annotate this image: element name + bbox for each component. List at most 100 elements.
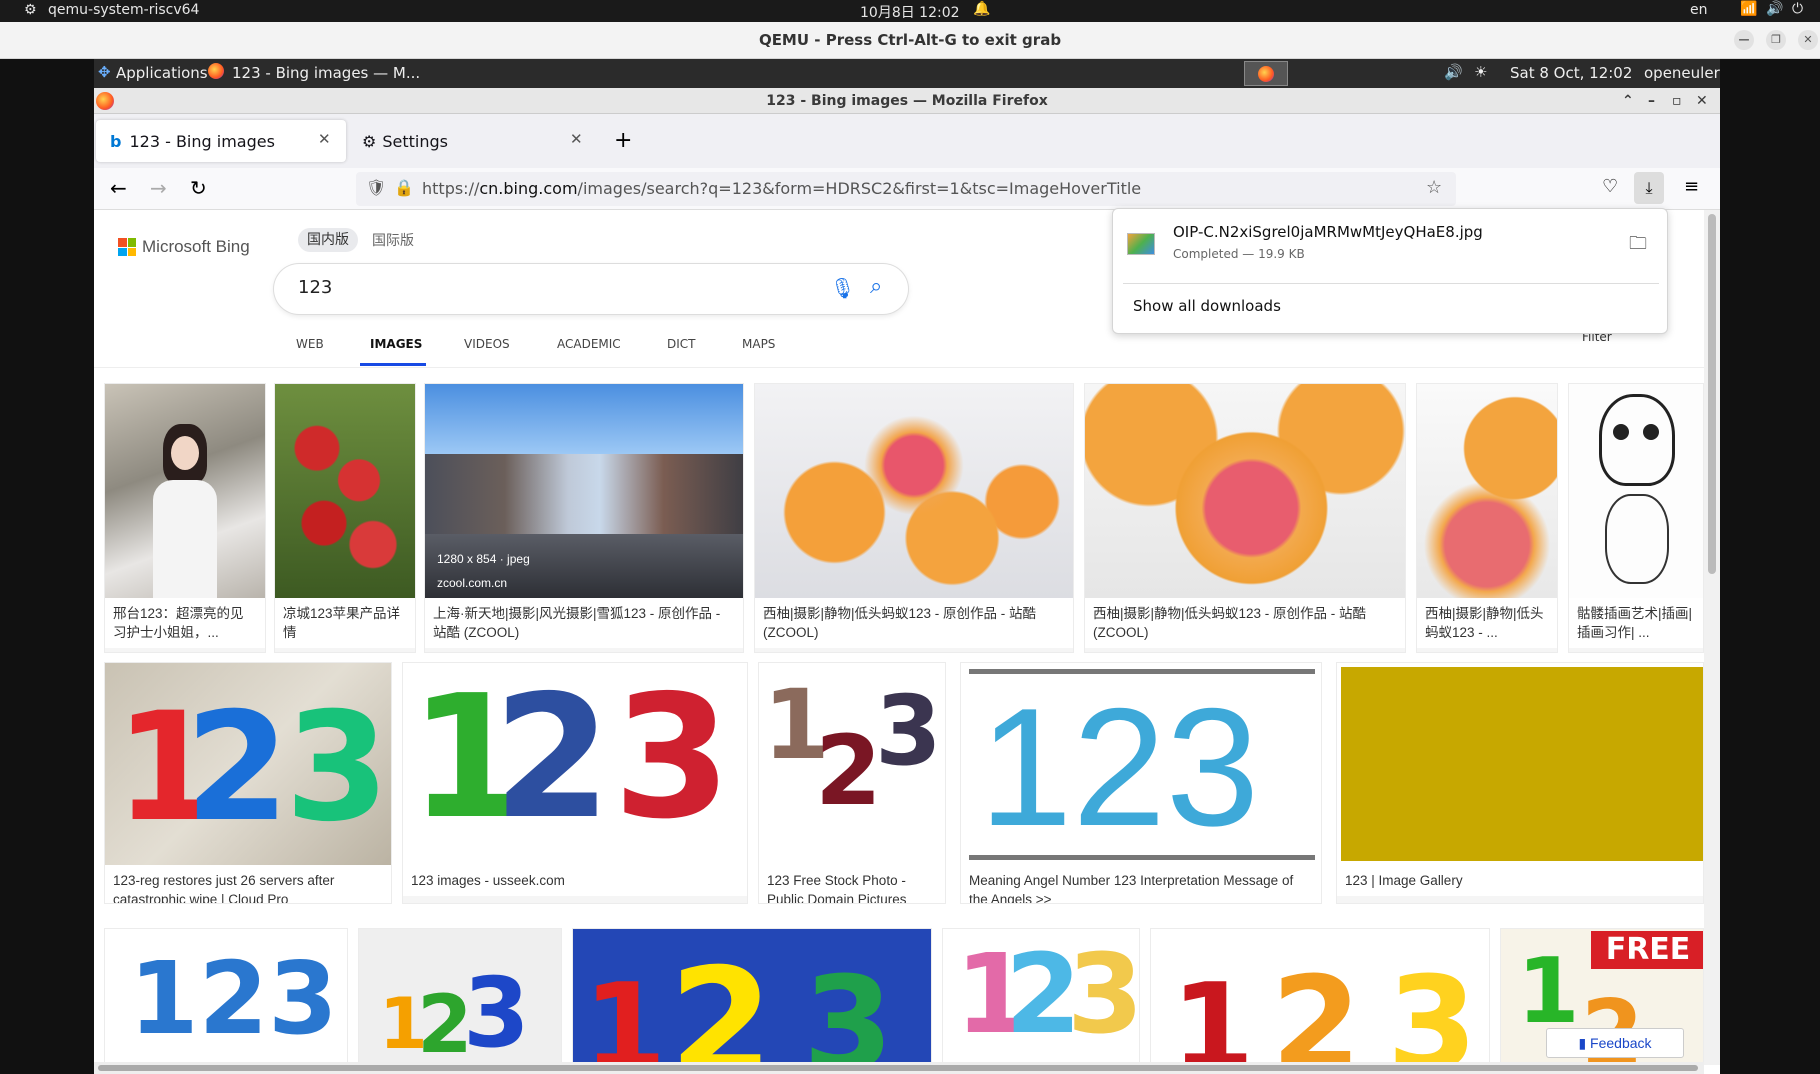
minimize-icon[interactable]: — <box>1734 30 1754 50</box>
image-result[interactable]: 123 <box>104 928 348 1065</box>
image-result[interactable]: 1280 x 854 · jpeg zcool.com.cn 上海·新天地|摄影… <box>424 383 744 653</box>
new-tab-icon[interactable]: + <box>614 128 632 153</box>
lock-icon[interactable]: 🔒 <box>394 178 414 197</box>
feedback-button[interactable]: ▮ Feedback <box>1546 1028 1684 1058</box>
image-result[interactable]: 1 2 3 123 images - usseek.com <box>402 662 748 904</box>
image-result[interactable]: 123 | Image Gallery <box>1336 662 1704 904</box>
close-icon[interactable]: ✕ <box>1696 88 1708 114</box>
image-thumbnail[interactable]: 1280 x 854 · jpeg zcool.com.cn <box>425 384 743 598</box>
region-intl[interactable]: 国际版 <box>372 230 414 250</box>
restore-icon[interactable]: ❐ <box>1766 30 1786 50</box>
image-result[interactable]: 1 2 3 123-reg restores just 26 servers a… <box>104 662 392 904</box>
nav-maps[interactable]: MAPS <box>742 337 775 351</box>
microphone-icon[interactable]: 🎙 <box>830 276 855 300</box>
image-thumbnail[interactable] <box>755 384 1073 598</box>
image-caption[interactable]: 骷髅插画艺术|插画|插画习作| ... <box>1569 598 1703 648</box>
show-all-downloads[interactable]: Show all downloads <box>1133 297 1281 315</box>
image-result[interactable]: 123 Meaning Angel Number 123 Interpretat… <box>960 662 1322 904</box>
image-thumbnail[interactable]: 1 2 3 <box>943 929 1139 1065</box>
search-input[interactable]: 123 <box>298 277 332 298</box>
volume-icon[interactable]: 🔊 <box>1444 63 1463 81</box>
downloads-button[interactable]: ⤓ <box>1634 172 1664 204</box>
image-thumbnail[interactable]: 1 2 3 <box>1151 929 1489 1065</box>
bing-logo[interactable]: Microsoft Bing <box>118 236 250 258</box>
volume-icon[interactable]: 🔊 <box>1766 1 1783 17</box>
image-caption[interactable]: 123 images - usseek.com <box>403 865 747 896</box>
vertical-scrollbar[interactable] <box>1704 210 1720 1065</box>
scrollbar-thumb[interactable] <box>1708 214 1716 574</box>
image-result[interactable]: 骷髅插画艺术|插画|插画习作| ... <box>1568 383 1704 653</box>
image-caption[interactable]: 上海·新天地|摄影|风光摄影|雪狐123 - 原创作品 - 站酷 (ZCOOL) <box>425 598 743 648</box>
chevron-up-icon[interactable]: ⌃ <box>1622 88 1634 114</box>
image-thumbnail[interactable]: 1 2 3 <box>403 663 747 865</box>
image-result[interactable]: 西柚|摄影|静物|低头蚂蚁123 - ... <box>1416 383 1558 653</box>
shield-icon[interactable]: 🛡 <box>366 178 386 197</box>
host-clock[interactable]: 10月8日 12:02 <box>860 2 960 22</box>
image-caption[interactable]: 123-reg restores just 26 servers after c… <box>105 865 391 903</box>
image-result[interactable]: 1 2 3 <box>358 928 562 1065</box>
update-icon[interactable]: ☀ <box>1474 63 1487 81</box>
image-thumbnail[interactable] <box>1085 384 1405 598</box>
image-result[interactable]: 1 2 3 <box>1150 928 1490 1065</box>
image-caption[interactable]: Meaning Angel Number 123 Interpretation … <box>961 865 1321 903</box>
image-thumbnail[interactable]: 123 <box>105 929 347 1065</box>
host-app-name[interactable]: qemu-system-riscv64 <box>48 2 199 18</box>
image-caption[interactable]: 西柚|摄影|静物|低头蚂蚁123 - ... <box>1417 598 1557 648</box>
horizontal-scrollbar[interactable] <box>94 1062 1704 1074</box>
image-caption[interactable]: 西柚|摄影|静物|低头蚂蚁123 - 原创作品 - 站酷 (ZCOOL) <box>1085 598 1405 648</box>
image-thumbnail[interactable] <box>1417 384 1557 598</box>
applications-menu[interactable]: Applications <box>116 64 208 82</box>
close-tab-icon[interactable]: ✕ <box>318 130 331 148</box>
scrollbar-thumb[interactable] <box>98 1065 1698 1071</box>
image-thumbnail[interactable] <box>105 384 265 598</box>
search-box[interactable]: 123 🎙 ⌕ <box>274 264 908 314</box>
image-caption[interactable]: 123 | Image Gallery <box>1337 865 1703 896</box>
nav-academic[interactable]: ACADEMIC <box>557 337 621 351</box>
menu-icon[interactable]: ≡ <box>1684 176 1699 197</box>
image-thumbnail[interactable]: 1 2 3 <box>573 929 931 1065</box>
guest-clock[interactable]: Sat 8 Oct, 12:02 <box>1510 64 1632 82</box>
host-lang[interactable]: en <box>1690 2 1708 18</box>
image-result[interactable]: 凉城123苹果产品详情 <box>274 383 416 653</box>
guest-user[interactable]: openeuler <box>1644 64 1720 82</box>
image-thumbnail[interactable] <box>1337 663 1703 865</box>
minimize-icon[interactable]: – <box>1648 88 1655 114</box>
nav-images[interactable]: IMAGES <box>370 337 422 351</box>
image-result[interactable]: 1 2 3 <box>572 928 932 1065</box>
power-icon[interactable]: ⏻ <box>1792 1 1803 17</box>
close-icon[interactable]: ✕ <box>1798 30 1818 50</box>
taskbar-firefox-button[interactable] <box>1244 61 1288 86</box>
image-thumbnail[interactable]: 123 <box>961 663 1321 865</box>
star-icon[interactable]: ☆ <box>1426 177 1442 198</box>
app-menu-icon[interactable]: ⚙ <box>24 2 37 18</box>
image-caption[interactable]: 西柚|摄影|静物|低头蚂蚁123 - 原创作品 - 站酷 (ZCOOL) <box>755 598 1073 648</box>
image-thumbnail[interactable]: 1 2 3 <box>359 929 561 1065</box>
image-caption[interactable]: 凉城123苹果产品详情 <box>275 598 415 648</box>
wifi-icon[interactable]: 📶 <box>1740 1 1757 17</box>
region-domestic[interactable]: 国内版 <box>298 228 358 252</box>
tab-settings[interactable]: ⚙ Settings ✕ <box>348 120 598 162</box>
image-caption[interactable]: 邢台123：超漂亮的见习护士小姐姐，... <box>105 598 265 648</box>
pocket-icon[interactable]: ♡ <box>1602 176 1618 197</box>
image-thumbnail[interactable] <box>275 384 415 598</box>
bell-icon[interactable]: 🔔 <box>973 1 990 17</box>
image-result[interactable]: 1 2 3 <box>942 928 1140 1065</box>
close-tab-icon[interactable]: ✕ <box>570 130 583 148</box>
reload-icon[interactable]: ↻ <box>190 176 207 200</box>
nav-dict[interactable]: DICT <box>667 337 696 351</box>
url-bar[interactable]: 🛡 🔒 https://cn.bing.com/images/search?q=… <box>356 172 1456 206</box>
image-result[interactable]: 邢台123：超漂亮的见习护士小姐姐，... <box>104 383 266 653</box>
url-text[interactable]: https://cn.bing.com/images/search?q=123&… <box>422 179 1141 198</box>
image-thumbnail[interactable]: 1 2 3 <box>759 663 945 865</box>
download-filename[interactable]: OIP-C.N2xiSgrel0jaMRMwMtJeyQHaE8.jpg <box>1173 223 1483 241</box>
nav-web[interactable]: WEB <box>296 337 324 351</box>
back-icon[interactable]: ← <box>110 176 127 200</box>
image-result[interactable]: 1 2 3 123 Free Stock Photo - Public Doma… <box>758 662 946 904</box>
image-caption[interactable]: 123 Free Stock Photo - Public Domain Pic… <box>759 865 945 903</box>
nav-videos[interactable]: VIDEOS <box>464 337 510 351</box>
image-source-meta[interactable]: zcool.com.cn <box>437 576 507 590</box>
maximize-icon[interactable]: ▫ <box>1672 88 1682 114</box>
forward-icon[interactable]: → <box>150 176 167 200</box>
image-result[interactable]: 西柚|摄影|静物|低头蚂蚁123 - 原创作品 - 站酷 (ZCOOL) <box>754 383 1074 653</box>
search-icon[interactable]: ⌕ <box>870 274 882 299</box>
